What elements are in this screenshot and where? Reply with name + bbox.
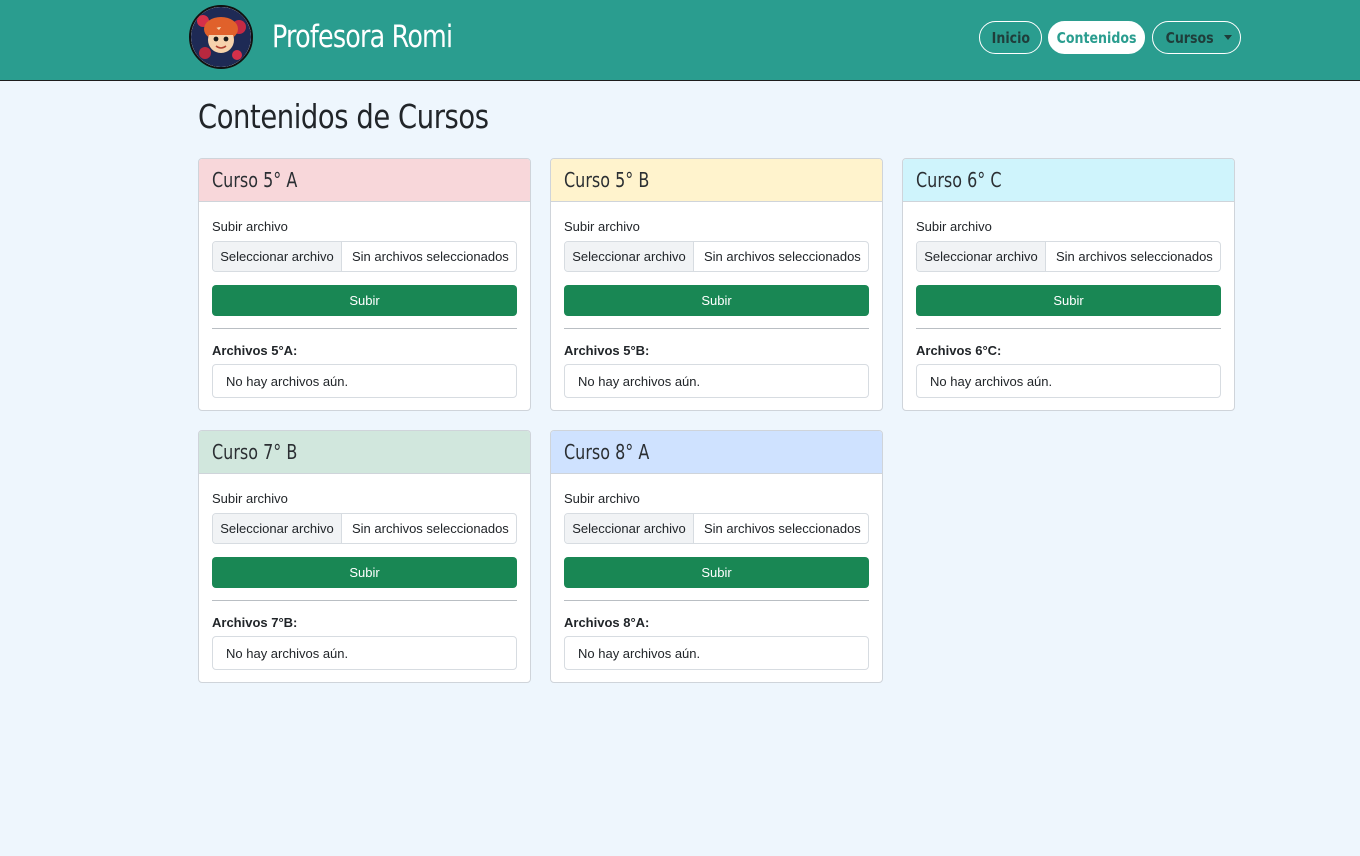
- avatar-image: [191, 7, 251, 67]
- course-card: Curso 5° A Subir archivo Seleccionar arc…: [198, 158, 531, 411]
- file-status-text: Sin archivos seleccionados: [352, 521, 509, 536]
- upload-button[interactable]: Subir: [212, 285, 517, 316]
- nav-inicio[interactable]: Inicio: [979, 21, 1042, 54]
- avatar: [189, 5, 253, 69]
- upload-label: Subir archivo: [564, 491, 640, 506]
- files-label: Archivos 7°B:: [212, 615, 298, 630]
- card-header: Curso 8° A: [551, 431, 882, 474]
- select-file-button[interactable]: Seleccionar archivo: [213, 514, 342, 543]
- file-input[interactable]: Seleccionar archivo Sin archivos selecci…: [564, 241, 869, 272]
- upload-button[interactable]: Subir: [916, 285, 1221, 316]
- select-file-button[interactable]: Seleccionar archivo: [565, 514, 694, 543]
- brand-name: Profesora Romi: [272, 19, 453, 55]
- file-input[interactable]: Seleccionar archivo Sin archivos selecci…: [564, 513, 869, 544]
- navbar: Profesora Romi Inicio Contenidos Cursos: [0, 0, 1360, 81]
- files-label: Archivos 6°C:: [916, 343, 1002, 358]
- files-label: Archivos 5°A:: [212, 343, 298, 358]
- upload-label: Subir archivo: [564, 219, 640, 234]
- chevron-down-icon: [1224, 35, 1233, 40]
- nav-cursos-dropdown[interactable]: Cursos: [1152, 21, 1241, 54]
- files-empty-message: No hay archivos aún.: [564, 364, 869, 398]
- upload-button[interactable]: Subir: [564, 557, 869, 588]
- page-title: Contenidos de Cursos: [198, 97, 489, 136]
- file-status-text: Sin archivos seleccionados: [704, 521, 861, 536]
- card-title: Curso 7° B: [212, 440, 298, 464]
- file-status-text: Sin archivos seleccionados: [704, 249, 861, 264]
- file-status-text: Sin archivos seleccionados: [1056, 249, 1213, 264]
- card-title: Curso 5° A: [212, 168, 298, 192]
- card-header: Curso 7° B: [199, 431, 530, 474]
- divider: [916, 328, 1221, 329]
- select-file-button[interactable]: Seleccionar archivo: [917, 242, 1046, 271]
- brand[interactable]: Profesora Romi: [189, 5, 492, 69]
- upload-button[interactable]: Subir: [212, 557, 517, 588]
- card-header: Curso 5° B: [551, 159, 882, 202]
- files-empty-message: No hay archivos aún.: [916, 364, 1221, 398]
- course-card: Curso 5° B Subir archivo Seleccionar arc…: [550, 158, 883, 411]
- files-label: Archivos 8°A:: [564, 615, 650, 630]
- course-card: Curso 6° C Subir archivo Seleccionar arc…: [902, 158, 1235, 411]
- course-card: Curso 7° B Subir archivo Seleccionar arc…: [198, 430, 531, 683]
- file-input[interactable]: Seleccionar archivo Sin archivos selecci…: [212, 241, 517, 272]
- upload-button[interactable]: Subir: [564, 285, 869, 316]
- card-title: Curso 6° C: [916, 168, 1002, 192]
- file-status-text: Sin archivos seleccionados: [352, 249, 509, 264]
- nav-contenidos[interactable]: Contenidos: [1048, 21, 1145, 54]
- files-label: Archivos 5°B:: [564, 343, 650, 358]
- divider: [212, 328, 517, 329]
- card-title: Curso 8° A: [564, 440, 650, 464]
- upload-label: Subir archivo: [916, 219, 992, 234]
- file-input[interactable]: Seleccionar archivo Sin archivos selecci…: [212, 513, 517, 544]
- files-empty-message: No hay archivos aún.: [212, 636, 517, 670]
- upload-label: Subir archivo: [212, 219, 288, 234]
- divider: [564, 328, 869, 329]
- divider: [564, 600, 869, 601]
- select-file-button[interactable]: Seleccionar archivo: [213, 242, 342, 271]
- divider: [212, 600, 517, 601]
- course-card: Curso 8° A Subir archivo Seleccionar arc…: [550, 430, 883, 683]
- select-file-button[interactable]: Seleccionar archivo: [565, 242, 694, 271]
- card-title: Curso 5° B: [564, 168, 650, 192]
- upload-label: Subir archivo: [212, 491, 288, 506]
- files-empty-message: No hay archivos aún.: [564, 636, 869, 670]
- card-header: Curso 5° A: [199, 159, 530, 202]
- files-empty-message: No hay archivos aún.: [212, 364, 517, 398]
- file-input[interactable]: Seleccionar archivo Sin archivos selecci…: [916, 241, 1221, 272]
- card-header: Curso 6° C: [903, 159, 1234, 202]
